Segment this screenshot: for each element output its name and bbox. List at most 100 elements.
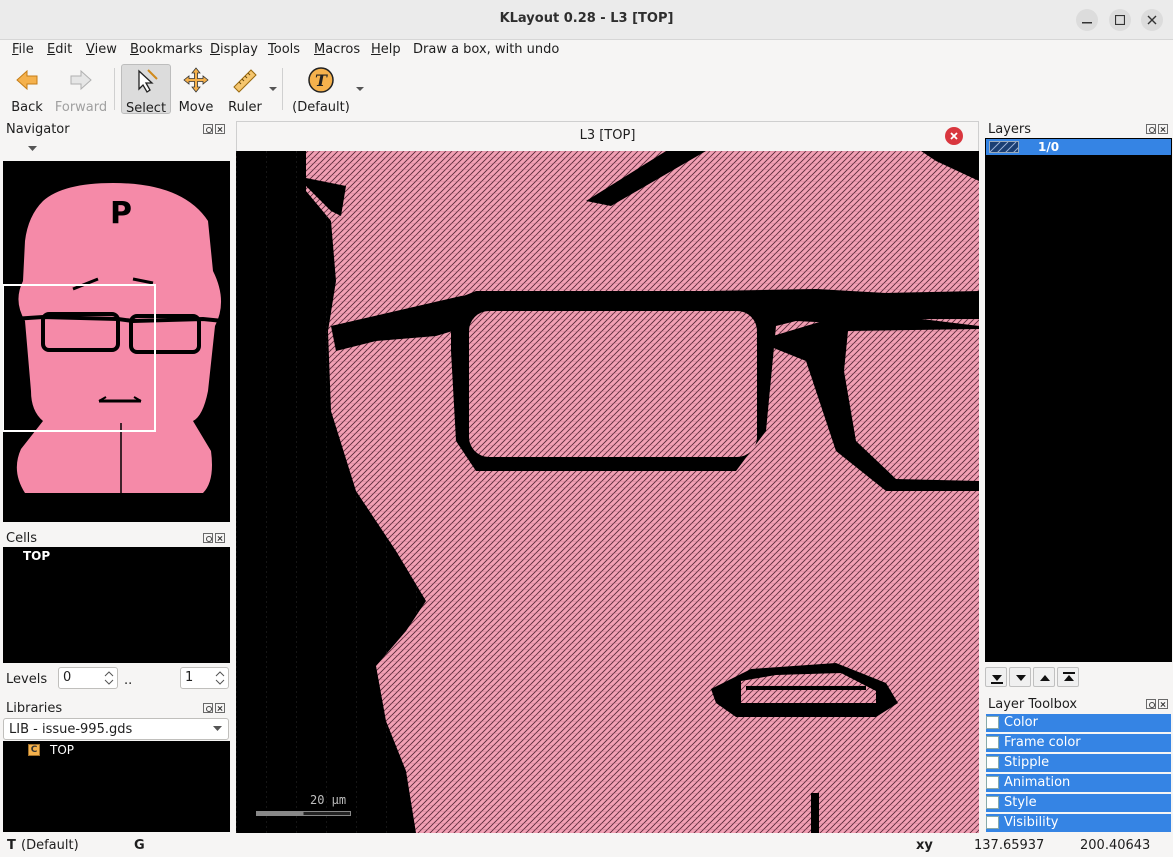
- float-icon: [203, 703, 213, 713]
- close-icon: [215, 703, 225, 713]
- toolbox-color[interactable]: Color: [986, 714, 1171, 732]
- library-select[interactable]: LIB - issue-995.gds: [3, 718, 229, 740]
- cell-tree[interactable]: TOP: [3, 547, 230, 663]
- levels-to-value: 1: [185, 670, 194, 685]
- expand-checkbox[interactable]: [986, 756, 999, 769]
- status-text-mode: T: [7, 838, 16, 853]
- toolbox-style[interactable]: Style: [986, 794, 1171, 812]
- levels-separator: ..: [124, 673, 133, 688]
- arrow-top-icon: [1063, 672, 1075, 681]
- layout-canvas[interactable]: 20 µm: [236, 151, 979, 833]
- layer-move-top-button[interactable]: [1057, 667, 1079, 687]
- levels-to-spinbox[interactable]: 1: [180, 667, 229, 689]
- maximize-button[interactable]: [1109, 9, 1131, 31]
- minimize-icon: [1082, 22, 1092, 24]
- move-button[interactable]: Move: [175, 64, 217, 115]
- expand-checkbox[interactable]: [986, 776, 999, 789]
- layout-view-title: L3 [TOP]: [579, 128, 636, 143]
- forward-button[interactable]: Forward: [54, 64, 108, 115]
- float-icon: [1146, 124, 1156, 134]
- library-cell-top[interactable]: TOP: [50, 743, 74, 757]
- expand-checkbox[interactable]: [986, 816, 999, 829]
- close-window-button[interactable]: [1141, 9, 1163, 31]
- expand-checkbox[interactable]: [986, 716, 999, 729]
- status-bar: T (Default) G xy 137.65937 200.40643: [0, 835, 1173, 857]
- levels-label: Levels: [6, 672, 48, 687]
- navigator-title: Navigator: [6, 122, 70, 137]
- expand-checkbox[interactable]: [986, 736, 999, 749]
- arrow-right-icon: [70, 69, 92, 91]
- arrow-left-icon: [16, 69, 38, 91]
- menu-file[interactable]: File: [12, 42, 34, 57]
- arrow-up-icon: [1040, 675, 1050, 681]
- menu-edit[interactable]: Edit: [47, 42, 72, 57]
- toolbox-stipple[interactable]: Stipple: [986, 754, 1171, 772]
- maximize-icon: [1115, 15, 1125, 25]
- layers-dock-buttons[interactable]: [1146, 123, 1170, 134]
- library-selected-value: LIB - issue-995.gds: [9, 722, 133, 737]
- layer-move-up-button[interactable]: [1033, 667, 1055, 687]
- toolbox-dock-buttons[interactable]: [1146, 698, 1170, 709]
- hatch-pattern-icon: [990, 142, 1018, 152]
- window-title: KLayout 0.28 - L3 [TOP]: [499, 11, 674, 26]
- cells-dock-buttons[interactable]: [203, 532, 227, 543]
- menu-bar: File Edit View Bookmarks Display Tools M…: [0, 40, 1173, 60]
- layout-view-tab[interactable]: L3 [TOP]: [236, 121, 979, 151]
- select-label: Select: [125, 101, 167, 116]
- close-icon: [215, 533, 225, 543]
- menu-help[interactable]: Help: [371, 42, 401, 57]
- layout-drawing: [236, 151, 979, 833]
- libraries-dock-buttons[interactable]: [203, 702, 227, 713]
- layer-list[interactable]: [985, 138, 1172, 662]
- navigator-thumbnail: P: [2, 183, 224, 493]
- toolbar-separator: [282, 68, 283, 110]
- toolbox-frame-color[interactable]: Frame color: [986, 734, 1171, 752]
- layer-move-bottom-button[interactable]: [985, 667, 1007, 687]
- float-icon: [203, 124, 213, 134]
- back-button[interactable]: Back: [6, 64, 48, 115]
- layer-move-down-button[interactable]: [1009, 667, 1031, 687]
- spin-arrows-icon[interactable]: [102, 669, 116, 687]
- menu-bookmarks[interactable]: Bookmarks: [130, 42, 203, 57]
- forward-label: Forward: [54, 100, 108, 115]
- navigator-view[interactable]: P: [2, 161, 230, 522]
- arrow-bottom-icon: [991, 675, 1003, 684]
- close-view-button[interactable]: [945, 127, 963, 145]
- move-label: Move: [178, 100, 214, 115]
- navigator-menu-icon[interactable]: [28, 146, 37, 152]
- library-cell-list[interactable]: C TOP: [3, 741, 230, 832]
- layer-row-1-0[interactable]: 1/0: [986, 139, 1171, 155]
- navigator-dock-buttons[interactable]: [203, 123, 227, 134]
- ruler-icon: [233, 69, 257, 93]
- cell-item-top[interactable]: TOP: [23, 549, 50, 563]
- menu-tools[interactable]: Tools: [268, 42, 300, 57]
- text-tool-icon: T: [308, 67, 334, 93]
- status-coord-label: xy: [916, 838, 933, 853]
- svg-text:P: P: [110, 196, 132, 231]
- levels-from-spinbox[interactable]: 0: [58, 667, 118, 689]
- text-tool-dropdown-icon[interactable]: [356, 86, 364, 92]
- ruler-button[interactable]: Ruler: [224, 64, 266, 115]
- spin-arrows-icon[interactable]: [213, 669, 227, 687]
- menu-macros[interactable]: Macros: [314, 42, 360, 57]
- menu-view[interactable]: View: [86, 42, 117, 57]
- menu-display[interactable]: Display: [210, 42, 258, 57]
- expand-checkbox[interactable]: [986, 796, 999, 809]
- mode-hint: Draw a box, with undo: [413, 42, 560, 57]
- arrow-down-icon: [1016, 675, 1026, 681]
- toolbox-animation[interactable]: Animation: [986, 774, 1171, 792]
- libraries-title: Libraries: [6, 701, 63, 716]
- status-x: 137.65937: [974, 838, 1045, 853]
- toolbox-visibility[interactable]: Visibility: [986, 814, 1171, 832]
- scale-bar: [256, 811, 351, 816]
- float-icon: [1146, 699, 1156, 709]
- chevron-down-icon: [213, 726, 222, 731]
- ruler-dropdown-icon[interactable]: [269, 86, 277, 92]
- layers-title: Layers: [988, 122, 1032, 137]
- select-button[interactable]: Select: [121, 64, 171, 116]
- text-tool-button[interactable]: T (Default): [290, 64, 352, 115]
- toolbar: Back Forward Select Move Ruler T (Defaul…: [0, 60, 1173, 118]
- close-icon: [215, 124, 225, 134]
- move-icon: [183, 67, 209, 93]
- minimize-button[interactable]: [1076, 9, 1098, 31]
